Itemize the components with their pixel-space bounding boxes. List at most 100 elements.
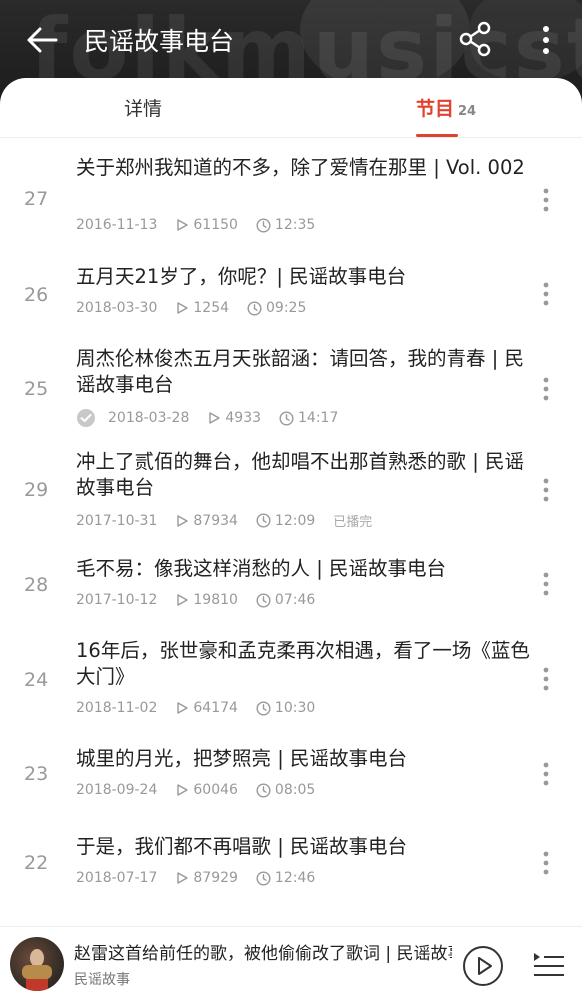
episode-more-button[interactable]: [536, 849, 556, 877]
now-playing-title[interactable]: 赵雷这首给前任的歌，被他偷偷改了歌词 | 民谣故事电台: [74, 939, 452, 964]
episode-title[interactable]: 城里的月光，把梦照亮 | 民谣故事电台: [76, 746, 536, 772]
page-title: 民谣故事电台: [84, 27, 235, 56]
episode-title[interactable]: 关于郑州我知道的不多，除了爱情在那里 | Vol. 002: [76, 155, 536, 181]
tab-divider: [0, 137, 582, 138]
now-playing-source: 民谣故事: [74, 972, 130, 988]
playlist-icon: [534, 953, 564, 976]
share-button[interactable]: [455, 18, 497, 60]
play-triangle-icon: [209, 412, 221, 424]
clock-icon: [256, 782, 271, 798]
clock-icon: [279, 410, 294, 426]
episode-date-text: 2017-10-12: [76, 592, 158, 608]
episode-meta: 2018-09-24 60046 08:05: [76, 782, 333, 798]
play-triangle-icon: [177, 702, 189, 714]
back-button[interactable]: [22, 20, 62, 60]
episode-meta: 2018-03-28 4933 14:17: [76, 408, 356, 428]
play-circle-icon: [463, 946, 503, 986]
episode-date-text: 2018-03-30: [76, 300, 158, 316]
episode-number: 23: [24, 763, 49, 785]
episode-more-button[interactable]: [536, 280, 556, 308]
episode-number: 29: [24, 479, 49, 501]
episode-duration: 12:35: [256, 217, 315, 233]
play-triangle-icon: [177, 872, 189, 884]
episode-date-text: 2018-07-17: [76, 870, 158, 886]
episode-date-text: 2018-09-24: [76, 782, 158, 798]
episode-meta: 2017-10-12 19810 07:46: [76, 592, 333, 608]
episode-date: 2018-11-02: [76, 700, 157, 716]
episode-more-button[interactable]: [536, 186, 556, 214]
more-vertical-icon: [543, 762, 549, 786]
mini-player[interactable]: 赵雷这首给前任的歌，被他偷偷改了歌词 | 民谣故事电台 民谣故事: [0, 926, 582, 1000]
clock-icon: [256, 870, 271, 886]
episode-date: 2018-09-24: [76, 782, 157, 798]
episode-more-button[interactable]: [536, 375, 556, 403]
episode-play-count: 60046: [175, 782, 238, 798]
episode-date: 2017-10-31: [76, 513, 157, 529]
episode-play-count-text: 87934: [193, 512, 238, 529]
tab-programs-label: 节目: [416, 98, 455, 120]
episode-title[interactable]: 16年后，张世豪和孟克柔再次相遇，看了一场《蓝色大门》: [76, 638, 536, 690]
episode-number: 28: [24, 574, 49, 596]
episode-duration-text: 12:46: [274, 870, 316, 886]
more-options-button[interactable]: [532, 20, 560, 60]
more-vertical-icon: [543, 851, 549, 875]
play-triangle-icon: [177, 219, 189, 231]
episode-play-count-text: 61150: [193, 217, 238, 233]
episode-duration-text: 10:30: [274, 700, 316, 716]
episode-meta: 2018-07-17 87929 12:46: [76, 870, 333, 886]
tab-detail[interactable]: 详情: [124, 94, 162, 121]
downloaded-indicator: [76, 408, 96, 428]
play-triangle-icon: [177, 302, 189, 314]
playlist-button[interactable]: [530, 949, 566, 981]
play-triangle-icon: [177, 784, 189, 796]
episode-status: 已播完: [333, 515, 373, 530]
more-vertical-icon: [543, 377, 549, 401]
episode-duration: 07:46: [256, 592, 315, 608]
episode-play-count: 4933: [207, 410, 261, 426]
clock-icon: [256, 700, 271, 716]
episode-duration-text: 12:35: [274, 217, 316, 233]
episode-play-count: 87929: [175, 870, 238, 886]
more-vertical-icon: [543, 572, 549, 596]
more-vertical-icon: [543, 282, 549, 306]
episode-meta: 2018-11-02 64174 10:30: [76, 700, 333, 716]
episode-number: 25: [24, 378, 49, 400]
episode-date: 2017-10-12: [76, 592, 157, 608]
tab-programs-count: 24: [458, 104, 477, 119]
episode-duration-text: 12:09: [274, 512, 316, 529]
episode-play-count-text: 87929: [193, 870, 238, 886]
episode-duration-text: 14:17: [298, 410, 339, 426]
episode-more-button[interactable]: [536, 570, 556, 598]
episode-play-count: 87934: [175, 513, 238, 529]
episode-date: 2018-03-28: [108, 410, 189, 426]
episode-number: 22: [24, 852, 49, 874]
tab-programs[interactable]: 节目 24: [416, 94, 476, 121]
more-vertical-icon: [543, 26, 549, 54]
episode-play-count-text: 1254: [193, 300, 230, 316]
episode-duration: 08:05: [256, 782, 315, 798]
clock-icon: [256, 217, 271, 233]
play-triangle-icon: [177, 594, 189, 606]
now-playing-cover[interactable]: [10, 937, 64, 991]
episode-duration: 14:17: [279, 410, 338, 426]
episode-play-count: 1254: [175, 300, 229, 316]
episode-duration-text: 07:46: [274, 592, 316, 608]
episode-title[interactable]: 五月天21岁了，你呢？| 民谣故事电台: [76, 264, 536, 290]
episode-more-button[interactable]: [536, 476, 556, 504]
episode-number: 24: [24, 669, 49, 691]
episode-title[interactable]: 毛不易：像我这样消愁的人 | 民谣故事电台: [76, 556, 536, 582]
episode-more-button[interactable]: [536, 665, 556, 693]
episode-play-count: 19810: [175, 592, 238, 608]
episode-title[interactable]: 周杰伦林俊杰五月天张韶涵：请回答，我的青春 | 民谣故事电台: [76, 346, 536, 398]
clock-icon: [247, 300, 262, 316]
episode-duration-text: 09:25: [266, 300, 307, 316]
play-button[interactable]: [462, 945, 504, 987]
episode-more-button[interactable]: [536, 760, 556, 788]
more-vertical-icon: [543, 478, 549, 502]
check-circle-icon: [77, 409, 95, 427]
episode-title[interactable]: 于是，我们都不再唱歌 | 民谣故事电台: [76, 834, 536, 860]
episode-date: 2016-11-13: [76, 217, 157, 233]
episode-date-text: 2016-11-13: [76, 217, 158, 233]
episode-title[interactable]: 冲上了贰佰的舞台，他却唱不出那首熟悉的歌 | 民谣故事电台: [76, 449, 536, 501]
episode-duration: 12:09: [256, 513, 315, 529]
